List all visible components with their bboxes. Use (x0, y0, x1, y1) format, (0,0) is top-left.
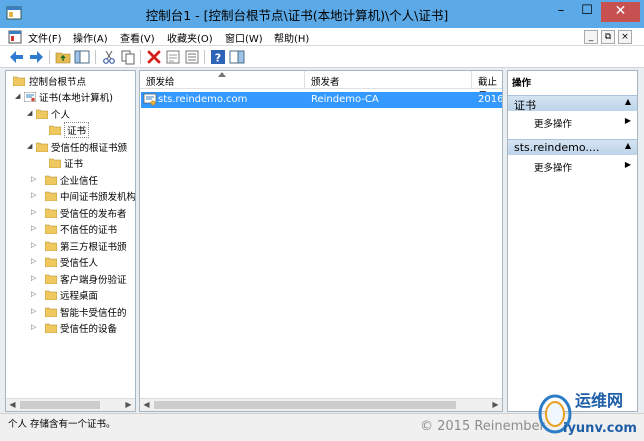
folder-icon (45, 274, 57, 284)
folder-icon (45, 323, 57, 333)
child-window-icon[interactable] (8, 30, 22, 44)
cell-issued-by: Reindemo-CA (311, 94, 379, 105)
close-button[interactable]: ✕ (601, 2, 640, 22)
up-folder-icon[interactable] (55, 49, 71, 65)
actions-pane-title: 操作 (512, 78, 532, 89)
maximize-button[interactable]: ☐ (574, 2, 600, 22)
certificate-list[interactable]: 颁发给 颁发者 截止日 sts.reindemo.com Reindemo-CA… (139, 70, 503, 412)
properties-icon[interactable] (165, 49, 181, 65)
list-horizontal-scrollbar[interactable]: ◀ ▶ (140, 398, 502, 411)
folder-icon (45, 208, 57, 218)
folder-icon (45, 191, 57, 201)
expand-icon[interactable]: ▷ (31, 224, 39, 232)
scroll-thumb[interactable] (154, 401, 456, 409)
mdi-restore-button[interactable]: ⧉ (601, 30, 615, 44)
menu-window[interactable]: 窗口(W) (225, 30, 263, 45)
toolbar-separator (140, 50, 141, 64)
expand-icon[interactable]: ▷ (31, 307, 39, 315)
submenu-arrow-icon: ▶ (624, 116, 631, 125)
menu-help[interactable]: 帮助(H) (274, 30, 309, 45)
folder-icon (45, 224, 57, 234)
watermark-text: © 2015 Reinember (420, 419, 545, 434)
help-icon[interactable]: ? (210, 49, 226, 65)
scroll-thumb[interactable] (20, 401, 100, 409)
mmc-app-icon[interactable] (6, 6, 22, 21)
menu-action[interactable]: 操作(A) (73, 30, 108, 45)
console-tree[interactable]: 控制台根节点 ◢ 证书(本地计算机) ◢ 个人 证书 ◢ 受信任的根证书颁 证书… (5, 70, 136, 412)
expand-icon[interactable]: ▷ (31, 257, 39, 265)
folder-icon (45, 307, 57, 317)
back-arrow-icon[interactable] (9, 49, 25, 65)
table-row[interactable]: sts.reindemo.com Reindemo-CA 2016/ (141, 92, 503, 108)
expand-icon[interactable]: ▷ (31, 290, 39, 298)
title-bar: 控制台1 - [控制台根节点\证书(本地计算机)\个人\证书] – ☐ ✕ (0, 0, 644, 28)
toolbar-separator (49, 50, 50, 64)
window-title: 控制台1 - [控制台根节点\证书(本地计算机)\个人\证书] (145, 8, 449, 23)
expand-icon[interactable]: ▷ (31, 208, 39, 216)
scroll-right-arrow-icon[interactable]: ▶ (489, 399, 502, 411)
actions-pane: 操作 证书 ▲ 更多操作 ▶ sts.reindemo.... ▲ 更多操作 ▶ (507, 70, 638, 412)
folder-icon (13, 76, 25, 86)
sort-ascending-icon (218, 72, 226, 77)
scroll-right-arrow-icon[interactable]: ▶ (122, 399, 135, 411)
expand-icon[interactable]: ▷ (31, 175, 39, 183)
scroll-left-arrow-icon[interactable]: ◀ (140, 399, 153, 411)
show-hide-tree-icon[interactable] (74, 49, 90, 65)
export-list-icon[interactable] (184, 49, 200, 65)
column-header-expiration[interactable]: 截止日 (472, 71, 502, 102)
logo-cn-text: 运维网 (575, 391, 623, 410)
toolbar: ? (0, 46, 644, 68)
folder-icon (45, 241, 57, 251)
action-more-actions[interactable]: 更多操作 (534, 116, 572, 130)
expand-icon[interactable]: ◢ (27, 109, 35, 117)
menu-favorites[interactable]: 收藏夹(O) (167, 30, 213, 45)
forward-arrow-icon[interactable] (28, 49, 44, 65)
expand-icon[interactable]: ▷ (31, 191, 39, 199)
delete-icon[interactable] (146, 49, 162, 65)
expand-icon[interactable]: ▷ (31, 274, 39, 282)
certificate-icon (143, 93, 157, 106)
minimize-button[interactable]: – (548, 2, 574, 22)
expand-icon[interactable]: ▷ (31, 241, 39, 249)
expand-icon[interactable]: ◢ (15, 92, 23, 100)
scroll-left-arrow-icon[interactable]: ◀ (6, 399, 19, 411)
cell-expiration: 2016/ (478, 94, 503, 105)
collapse-caret-icon[interactable]: ▲ (625, 97, 631, 106)
expand-icon[interactable]: ▷ (31, 323, 39, 331)
action-more-actions[interactable]: 更多操作 (534, 160, 572, 174)
mdi-close-button[interactable]: × (618, 30, 632, 44)
tree-horizontal-scrollbar[interactable]: ◀ ▶ (6, 398, 135, 411)
menu-bar: 文件(F) 操作(A) 查看(V) 收藏夹(O) 窗口(W) 帮助(H) _ ⧉… (0, 28, 644, 46)
folder-icon (49, 125, 61, 135)
action-section-certificates[interactable]: 证书 ▲ (508, 95, 637, 112)
menu-view[interactable]: 查看(V) (120, 30, 155, 45)
toolbar-separator (204, 50, 205, 64)
cut-icon[interactable] (101, 49, 117, 65)
menu-file[interactable]: 文件(F) (28, 30, 62, 45)
collapse-caret-icon[interactable]: ▲ (625, 141, 631, 150)
action-section-selected-cert[interactable]: sts.reindemo.... ▲ (508, 139, 637, 155)
folder-icon (49, 158, 61, 168)
action-pane-toggle-icon[interactable] (229, 49, 245, 65)
svg-text:?: ? (215, 52, 221, 65)
submenu-arrow-icon: ▶ (624, 160, 631, 169)
folder-icon (45, 257, 57, 267)
iyunv-logo: 运维网 iyunv.com (538, 391, 637, 436)
mdi-minimize-button[interactable]: _ (584, 30, 598, 44)
column-header-issued-to[interactable]: 颁发给 (140, 71, 305, 89)
status-text: 个人 存储含有一个证书。 (8, 419, 116, 430)
folder-icon (36, 142, 48, 152)
expand-icon[interactable]: ◢ (27, 142, 35, 150)
logo-url-text: iyunv.com (563, 421, 637, 436)
folder-icon (45, 175, 57, 185)
copy-icon[interactable] (120, 49, 136, 65)
cell-issued-to: sts.reindemo.com (158, 94, 248, 105)
certificate-store-icon (24, 92, 36, 102)
column-header-issued-by[interactable]: 颁发者 (305, 71, 472, 89)
folder-icon (36, 109, 48, 119)
folder-icon (45, 290, 57, 300)
toolbar-separator (95, 50, 96, 64)
